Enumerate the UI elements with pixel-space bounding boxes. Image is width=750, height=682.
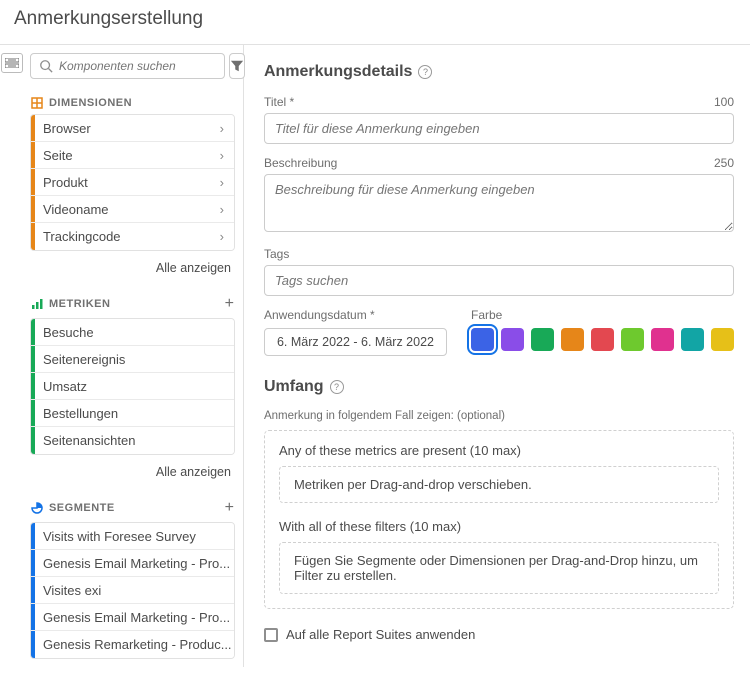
tags-input[interactable] — [264, 265, 734, 296]
add-metric-button[interactable]: + — [225, 295, 234, 313]
segment-item[interactable]: Genesis Email Marketing - Pro... — [31, 550, 234, 577]
metric-item[interactable]: Umsatz — [31, 373, 234, 400]
desc-textarea[interactable] — [264, 174, 734, 232]
metric-item[interactable]: Seitenansichten — [31, 427, 234, 454]
details-heading: Anmerkungsdetails ? — [264, 63, 734, 81]
color-swatch[interactable] — [591, 328, 614, 351]
chevron-right-icon: › — [220, 148, 234, 163]
title-label: Titel * — [264, 95, 294, 109]
dimension-item[interactable]: Browser› — [31, 115, 234, 142]
help-icon[interactable]: ? — [418, 65, 432, 79]
dimensions-show-all[interactable]: Alle anzeigen — [30, 261, 231, 275]
search-icon — [39, 59, 53, 73]
segment-item[interactable]: Visits with Foresee Survey — [31, 523, 234, 550]
color-swatch[interactable] — [531, 328, 554, 351]
desc-label: Beschreibung — [264, 156, 337, 170]
color-swatches — [471, 328, 734, 351]
dimension-item[interactable]: Produkt› — [31, 169, 234, 196]
color-label: Farbe — [471, 308, 734, 322]
tags-label: Tags — [264, 247, 289, 261]
chevron-right-icon: › — [220, 229, 234, 244]
color-swatch[interactable] — [681, 328, 704, 351]
help-icon[interactable]: ? — [330, 380, 344, 394]
color-swatch[interactable] — [501, 328, 524, 351]
scope-heading: Umfang ? — [264, 378, 734, 396]
search-input[interactable] — [59, 59, 216, 73]
panel-toggle-button[interactable] — [1, 53, 23, 73]
metric-item[interactable]: Besuche — [31, 319, 234, 346]
color-swatch[interactable] — [651, 328, 674, 351]
segment-item[interactable]: Genesis Remarketing - Produc... — [31, 631, 234, 658]
dimensions-icon — [31, 97, 43, 109]
dimensions-heading: DIMENSIONEN — [31, 97, 132, 109]
title-counter: 100 — [714, 95, 734, 109]
color-swatch[interactable] — [471, 328, 494, 351]
dimension-item[interactable]: Trackingcode› — [31, 223, 234, 250]
segment-item[interactable]: Visites exi — [31, 577, 234, 604]
segments-heading: SEGMENTE — [31, 502, 115, 514]
dimension-item[interactable]: Seite› — [31, 142, 234, 169]
chevron-right-icon: › — [220, 175, 234, 190]
component-rail: DIMENSIONEN Browser› Seite› Produkt› Vid… — [24, 45, 244, 667]
chevron-right-icon: › — [220, 202, 234, 217]
segments-list: Visits with Foresee Survey Genesis Email… — [30, 522, 235, 659]
color-swatch[interactable] — [621, 328, 644, 351]
dimension-item[interactable]: Videoname› — [31, 196, 234, 223]
title-input[interactable] — [264, 113, 734, 144]
main-panel: Anmerkungsdetails ? Titel * 100 Beschrei… — [244, 45, 750, 667]
desc-counter: 250 — [714, 156, 734, 170]
add-segment-button[interactable]: + — [225, 499, 234, 517]
date-range-picker[interactable]: 6. März 2022 - 6. März 2022 — [264, 328, 447, 356]
page-title: Anmerkungserstellung — [0, 0, 750, 45]
color-swatch[interactable] — [561, 328, 584, 351]
metrics-show-all[interactable]: Alle anzeigen — [30, 465, 231, 479]
color-swatch[interactable] — [711, 328, 734, 351]
chevron-right-icon: › — [220, 121, 234, 136]
metric-item[interactable]: Seitenereignis — [31, 346, 234, 373]
filter-button[interactable] — [229, 53, 245, 79]
scope-card: Any of these metrics are present (10 max… — [264, 430, 734, 609]
metrics-icon — [31, 298, 43, 310]
search-input-wrap[interactable] — [30, 53, 225, 79]
filters-dropzone[interactable]: Fügen Sie Segmente oder Dimensionen per … — [279, 542, 719, 594]
metrics-sub: Any of these metrics are present (10 max… — [279, 443, 719, 458]
apply-all-label: Auf alle Report Suites anwenden — [286, 627, 475, 642]
metrics-heading: METRIKEN — [31, 298, 110, 310]
apply-all-checkbox[interactable] — [264, 628, 278, 642]
scope-note: Anmerkung in folgendem Fall zeigen: (opt… — [264, 410, 734, 422]
segments-icon — [31, 502, 43, 514]
dimensions-list: Browser› Seite› Produkt› Videoname› Trac… — [30, 114, 235, 251]
metric-item[interactable]: Bestellungen — [31, 400, 234, 427]
filter-icon — [230, 59, 244, 73]
metrics-list: Besuche Seitenereignis Umsatz Bestellung… — [30, 318, 235, 455]
segment-item[interactable]: Genesis Email Marketing - Pro... — [31, 604, 234, 631]
date-label: Anwendungsdatum * — [264, 308, 447, 322]
filters-sub: With all of these filters (10 max) — [279, 519, 719, 534]
metrics-dropzone[interactable]: Metriken per Drag-and-drop verschieben. — [279, 466, 719, 503]
